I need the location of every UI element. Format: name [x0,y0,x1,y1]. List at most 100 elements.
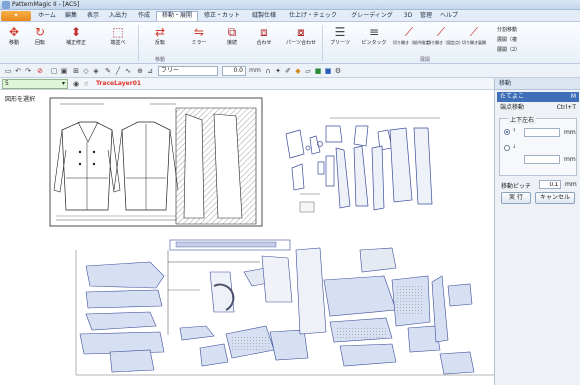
stop-icon[interactable]: ⊘ [36,67,44,75]
mirror-button[interactable]: ⇋ ミラー [183,25,215,53]
menu-modify-cut[interactable]: 修正・カット [198,11,246,21]
layer-select[interactable]: 5 ▾ [2,79,68,89]
slash-fixed-button-label: 切り開き（固定点） [427,40,463,45]
menu-create[interactable]: 作成 [132,11,156,21]
eraser-icon[interactable]: ▱ [304,67,312,75]
parts-match-button[interactable]: ⧇ パーツ合わせ [283,25,319,53]
menu-3d[interactable]: 3D [400,11,416,21]
pattern-drawing [49,97,494,376]
flip-button[interactable]: ⇄ 反転 [145,25,175,53]
move-button[interactable]: ✥ 移動 [3,25,25,53]
new-icon[interactable]: ▭ [4,67,12,75]
slash-fixed-button[interactable]: ⟋ 切り開き（固定点） [427,25,463,53]
menu-view[interactable]: 表示 [82,11,104,21]
layer-number: 5 [5,80,9,87]
layer-name: TraceLayer01 [96,80,142,87]
line-icon[interactable]: ╱ [114,67,122,75]
correct-button-label: 補正修正 [65,40,86,46]
redo-icon[interactable]: ↷ [24,67,32,75]
slash-expand-button-label: 切り開き展開 [462,40,486,45]
expand-2-item[interactable]: 展開（2） [497,46,520,53]
slash-spread-icon: ⟋ [404,25,414,39]
correct-button[interactable]: ⬍ 補正修正 [55,25,97,53]
line-type-select[interactable]: フリー [158,66,218,76]
flip-button-label: 反転 [154,40,165,46]
hand-icon[interactable]: ☝ [82,80,90,88]
rotate-icon: ↻ [34,25,46,39]
trace-image [49,97,263,227]
command-endpoint-move[interactable]: 端点移動 Ctrl+T [497,103,579,113]
rotate-button-label: 回転 [34,40,45,46]
measure-icon[interactable]: ⊿ [146,67,154,75]
run-button[interactable]: 実 行 [501,192,531,204]
menu-move-expand[interactable]: 移動・展開 [156,11,198,21]
menu-finish-check[interactable]: 仕上げ・チェック [282,11,344,21]
pintuck-button-label: ピンタック [361,40,387,46]
layer-icon[interactable]: ■ [314,67,322,75]
cancel-button[interactable]: キャンセル [535,192,575,204]
undo-icon[interactable]: ↶ [14,67,22,75]
grid-icon[interactable]: ⊞ [72,67,80,75]
pintuck-button[interactable]: ≡ ピンタック [357,25,391,53]
command-label: 端点移動 [500,104,525,111]
connect-icon: ⧉ [227,25,237,39]
file-menu-button[interactable]: ▾ [1,11,31,21]
slash-expand-icon: ⟋ [469,25,479,39]
slash-spread-button[interactable]: ⟋ 切り開き（縦/A指定） [393,25,434,53]
magnet-icon[interactable]: ∩ [264,67,272,75]
bucket-icon[interactable]: ◆ [294,67,302,75]
arrow-down-icon: ↓ [512,144,517,150]
menu-edit[interactable]: 編集 [60,11,82,21]
flip-icon: ⇄ [154,25,166,39]
menu-sewing-spec[interactable]: 縫製仕様 [246,11,282,21]
correct-icon: ⬍ [70,25,82,39]
pleat-button[interactable]: ☰ プリーツ [325,25,355,53]
slash-spread-button-label: 切り開き（縦/A指定） [393,40,434,45]
radio-angle[interactable] [504,145,510,151]
select-icon[interactable]: ▢ [50,67,58,75]
snap-icon[interactable]: ✦ [274,67,282,75]
curve-icon[interactable]: ∿ [124,67,132,75]
window-title: PatternMagic II - [ACS] [12,1,80,8]
menu-io[interactable]: 入出力 [104,11,132,21]
settings-icon[interactable]: ⚙ [334,67,342,75]
mirror-button-label: ミラー [191,40,207,46]
frame-icon[interactable]: ▣ [60,67,68,75]
radio-xy[interactable] [504,129,510,135]
pattern-sheet [75,239,494,376]
pen-icon[interactable]: ✎ [104,67,112,75]
ribbon: ✥ 移動 ↻ 回転 ⬍ 補正修正 ⬚ 端並べ ⇄ 反転 ⇋ ミラー ⧉ 接続 ⧈… [0,22,580,64]
dy-unit: mm [564,156,576,163]
rotate-button[interactable]: ↻ 回転 [27,25,53,53]
shape-icon[interactable]: ◇ [82,67,90,75]
pleat-icon: ☰ [334,25,346,39]
command-tateyoko[interactable]: たてよこ M [497,92,579,102]
drawing-canvas[interactable]: 図形を選択 [0,90,494,385]
app-icon [2,1,10,9]
title-bar: PatternMagic II - [ACS] [0,0,580,10]
slash-expand-button[interactable]: ⟋ 切り開き展開 [459,25,489,53]
menu-bar: ▾ ホーム 編集 表示 入出力 作成 移動・展開 修正・カット 縫製仕様 仕上げ… [0,10,580,22]
align-button[interactable]: ⬚ 端並べ [101,25,135,53]
direction-group: 上下左右 ↑ mm ↓ mm [499,115,577,176]
menu-admin[interactable]: 管理 [416,11,436,21]
dx-input[interactable] [524,128,560,137]
match-button[interactable]: ⧈ 合わせ [250,25,278,53]
menu-grading[interactable]: グレーディング [344,11,400,21]
split-move-item[interactable]: 分割移動 [497,26,517,33]
fill-icon[interactable]: ◈ [92,67,100,75]
brush-icon[interactable]: ✐ [284,67,292,75]
pintuck-icon: ≡ [368,25,380,39]
dy-input[interactable] [524,155,560,164]
expand-multi-item[interactable]: 展開（複 [497,36,517,43]
menu-home[interactable]: ホーム [34,11,60,21]
eye-icon[interactable]: ◉ [72,80,80,88]
menu-help[interactable]: ヘルプ [436,11,462,21]
line-width-unit: mm [249,67,261,74]
pitch-input[interactable] [539,180,561,189]
connect-button[interactable]: ⧉ 接続 [220,25,244,53]
line-width-input[interactable]: 0.0 [222,66,246,76]
color-icon[interactable]: ■ [324,67,332,75]
zoom-icon[interactable]: ⊕ [136,67,144,75]
quick-toolbar: ▭ ↶ ↷ ⊘ ▢ ▣ ⊞ ◇ ◈ ✎ ╱ ∿ ⊕ ⊿ フリー 0.0 mm ∩… [0,64,580,78]
